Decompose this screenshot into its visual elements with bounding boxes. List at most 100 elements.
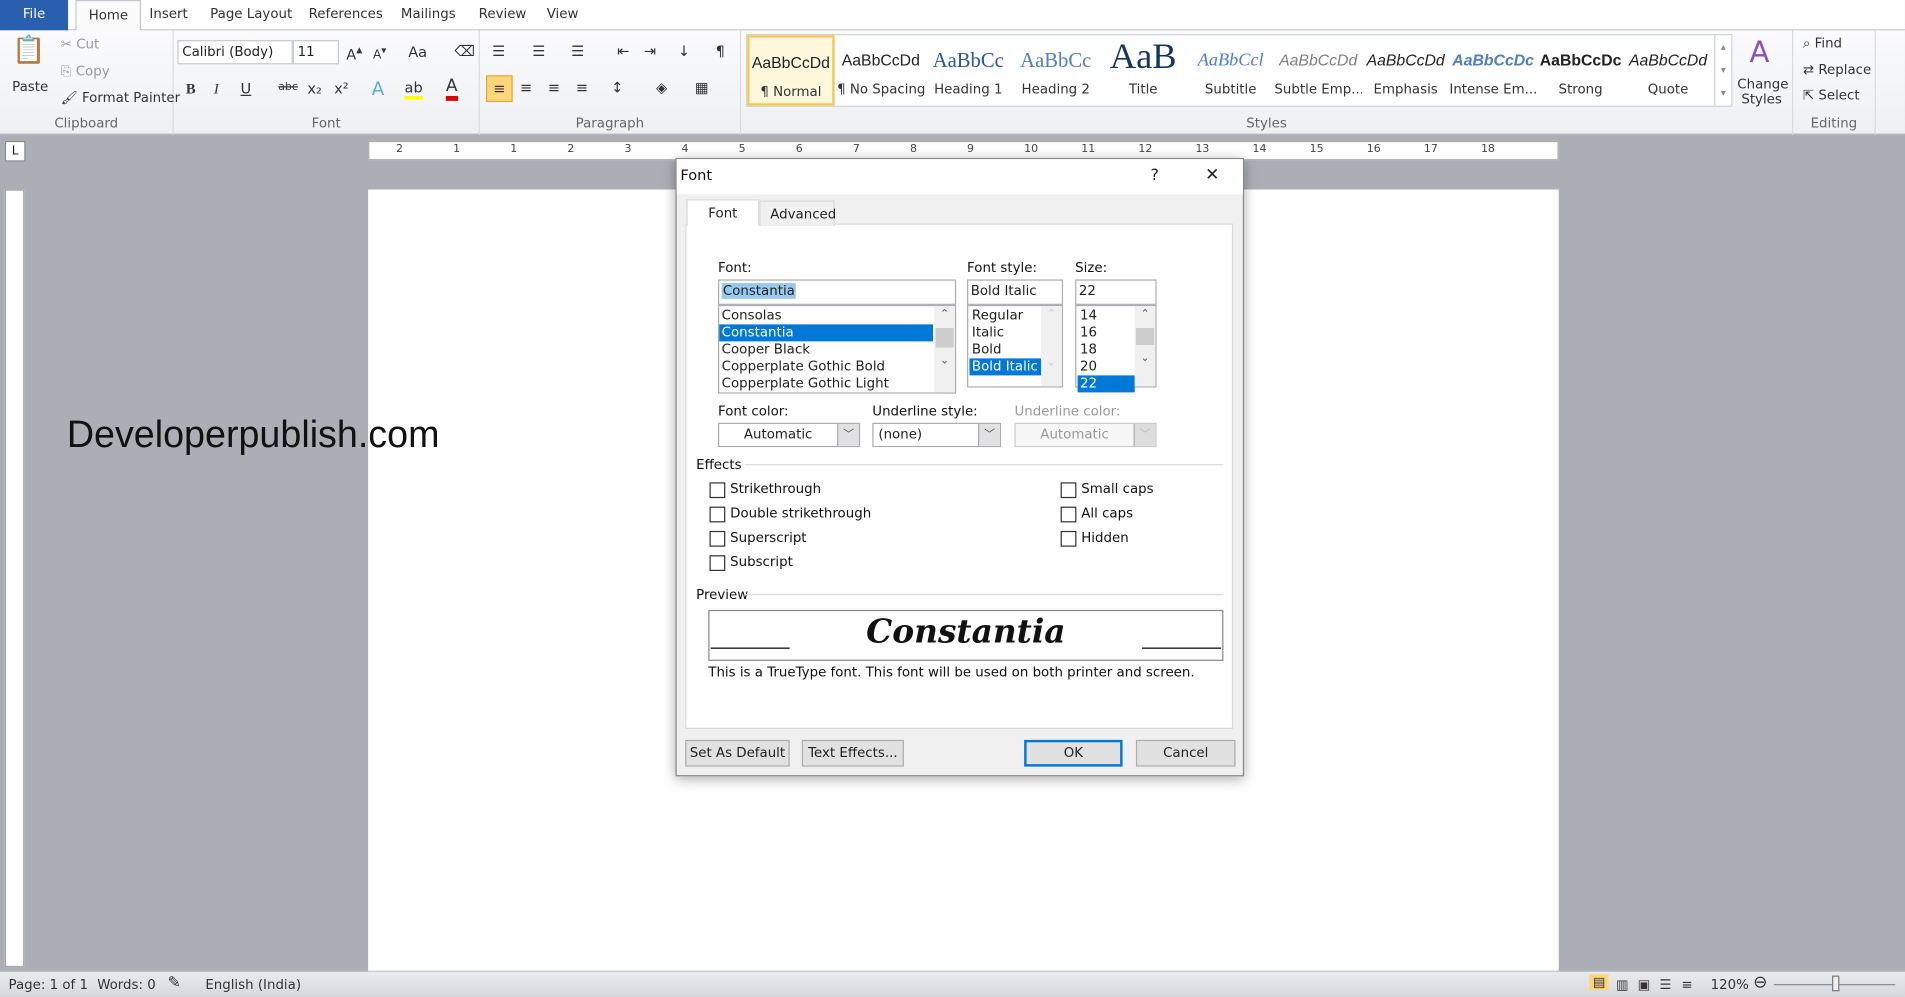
size-list-item[interactable]: 18 — [1078, 341, 1135, 358]
tab-selector[interactable]: L — [4, 140, 26, 162]
font-list[interactable]: Consolas Constantia Cooper Black Copperp… — [718, 304, 957, 394]
proofing-icon[interactable]: ✎ — [168, 974, 181, 992]
all-caps-label[interactable]: All caps — [1081, 505, 1133, 521]
subscript-icon[interactable]: x₂ — [307, 80, 321, 97]
language[interactable]: English (India) — [205, 977, 301, 993]
change-case-button[interactable]: Aa — [408, 44, 427, 61]
ok-button[interactable]: OK — [1024, 739, 1123, 767]
increase-indent-icon[interactable]: ⇥ — [644, 43, 656, 60]
font-list-item[interactable]: Copperplate Gothic Light — [719, 375, 933, 392]
font-list-scrollbar[interactable]: ⌃ ⌄ — [934, 306, 955, 393]
paste-icon[interactable]: 📋 — [12, 35, 45, 65]
strikethrough-checkbox[interactable] — [709, 482, 726, 499]
superscript-checkbox[interactable] — [709, 530, 726, 547]
text-effects-button[interactable]: Text Effects... — [801, 739, 904, 767]
paste-button[interactable]: Paste — [12, 79, 48, 95]
style-title[interactable]: AaB Title — [1099, 35, 1186, 105]
outline-icon[interactable]: ☰ — [1660, 977, 1672, 993]
grow-font-icon[interactable]: A▴ — [346, 44, 362, 63]
style-list-item[interactable]: Bold — [969, 341, 1041, 358]
font-style-list[interactable]: Regular Italic Bold Bold Italic ⌃ ⌄ — [967, 304, 1064, 388]
word-count[interactable]: Words: 0 — [97, 977, 156, 993]
style-heading-2[interactable]: AaBbCc Heading 2 — [1012, 35, 1099, 105]
multilevel-list-icon[interactable]: ☰ — [571, 43, 584, 60]
hidden-label[interactable]: Hidden — [1081, 530, 1128, 546]
size-input[interactable]: 22 — [1075, 279, 1157, 305]
double-strikethrough-checkbox[interactable] — [709, 506, 726, 523]
copy-button[interactable]: ⎘ Copy — [61, 63, 110, 80]
subscript-checkbox[interactable] — [709, 555, 726, 572]
decrease-indent-icon[interactable]: ⇤ — [617, 43, 629, 60]
zoom-out-icon[interactable]: ⊖ — [1753, 973, 1767, 992]
font-style-input[interactable]: Bold Italic — [967, 279, 1064, 305]
style-normal[interactable]: AaBbCcDd ¶ Normal — [747, 35, 835, 106]
tab-page-layout[interactable]: Page Layout — [198, 0, 304, 30]
show-marks-icon[interactable]: ¶ — [716, 43, 725, 60]
small-caps-label[interactable]: Small caps — [1081, 481, 1153, 497]
underline-style-dropdown[interactable]: (none) ﹀ — [872, 422, 1002, 448]
size-list[interactable]: 14 16 18 20 22 ⌃ ⌄ — [1075, 304, 1157, 393]
web-layout-icon[interactable]: ▣ — [1638, 977, 1651, 993]
superscript-icon[interactable]: x² — [334, 80, 348, 97]
line-spacing-icon[interactable]: ↕ — [611, 79, 623, 96]
full-screen-icon[interactable]: ▥ — [1616, 977, 1629, 993]
shading-icon[interactable]: ◈ — [656, 79, 667, 96]
underline-button[interactable]: U — [241, 80, 252, 97]
borders-icon[interactable]: ▦ — [695, 79, 709, 96]
select-button[interactable]: ⇱ Select — [1803, 87, 1860, 103]
tab-review[interactable]: Review — [467, 0, 539, 30]
change-styles-icon[interactable]: A — [1749, 35, 1769, 69]
double-strikethrough-label[interactable]: Double strikethrough — [730, 505, 871, 521]
tab-advanced[interactable]: Advanced — [759, 200, 836, 226]
page-count[interactable]: Page: 1 of 1 — [9, 977, 89, 993]
replace-button[interactable]: ⇄ Replace — [1803, 62, 1871, 78]
bold-button[interactable]: B — [186, 80, 196, 98]
change-styles-button[interactable]: Change Styles — [1737, 77, 1788, 107]
highlight-icon[interactable]: ab — [404, 79, 423, 100]
style-heading-1[interactable]: AaBbCc Heading 1 — [925, 35, 1012, 105]
size-list-item[interactable]: 20 — [1078, 358, 1135, 375]
superscript-label[interactable]: Superscript — [730, 530, 806, 546]
cancel-button[interactable]: Cancel — [1135, 739, 1236, 767]
tab-home[interactable]: Home — [75, 0, 142, 32]
tab-mailings[interactable]: Mailings — [389, 0, 468, 30]
gallery-scroll[interactable]: ▴ ▾ ▾ — [1714, 35, 1731, 106]
size-list-item-selected[interactable]: 22 — [1077, 375, 1135, 393]
all-caps-checkbox[interactable] — [1060, 506, 1077, 523]
size-list-item[interactable]: 16 — [1078, 324, 1135, 341]
tab-references[interactable]: References — [296, 0, 395, 30]
font-size-combo[interactable]: 11 — [292, 40, 339, 65]
align-center-icon[interactable]: ≡ — [520, 79, 532, 96]
cut-button[interactable]: ✂ Cut — [61, 36, 99, 52]
style-list-item-selected[interactable]: Bold Italic — [969, 358, 1042, 376]
style-list-item[interactable]: Italic — [969, 324, 1041, 341]
tab-file[interactable]: File — [0, 0, 69, 31]
bullets-icon[interactable]: ☰ — [492, 43, 505, 60]
style-quote[interactable]: AaBbCcDd Quote — [1624, 35, 1711, 105]
print-layout-icon[interactable]: ▤ — [1589, 974, 1610, 991]
find-button[interactable]: ⌕ Find — [1803, 35, 1842, 52]
style-list-scrollbar[interactable]: ⌃ ⌄ — [1041, 306, 1062, 387]
font-list-item[interactable]: Cooper Black — [719, 341, 933, 358]
subscript-label[interactable]: Subscript — [730, 554, 793, 570]
justify-icon[interactable]: ≡ — [576, 79, 588, 96]
set-as-default-button[interactable]: Set As Default — [685, 739, 790, 767]
hidden-checkbox[interactable] — [1060, 530, 1077, 547]
sort-icon[interactable]: ↓ — [678, 43, 690, 60]
italic-button[interactable]: I — [214, 80, 219, 98]
strikethrough-button[interactable]: abc — [278, 81, 298, 93]
underline-color-dropdown[interactable]: Automatic ﹀ — [1014, 422, 1157, 448]
tab-font[interactable]: Font — [686, 199, 760, 226]
draft-icon[interactable]: ≡ — [1681, 977, 1692, 993]
font-color-dropdown[interactable]: Automatic ﹀ — [718, 422, 861, 448]
align-right-icon[interactable]: ≡ — [548, 79, 560, 96]
font-list-item-selected[interactable]: Constantia — [719, 324, 934, 342]
zoom-level[interactable]: 120% — [1711, 977, 1749, 993]
numbering-icon[interactable]: ☰ — [532, 43, 545, 60]
size-list-scrollbar[interactable]: ⌃ ⌄ — [1134, 306, 1156, 387]
text-effects-icon[interactable]: A — [372, 78, 384, 100]
align-left-icon[interactable]: ≡ — [485, 75, 513, 103]
tab-insert[interactable]: Insert — [137, 0, 200, 30]
style-emphasis[interactable]: AaBbCcDd Emphasis — [1362, 35, 1449, 105]
style-strong[interactable]: AaBbCcDc Strong — [1537, 35, 1624, 105]
